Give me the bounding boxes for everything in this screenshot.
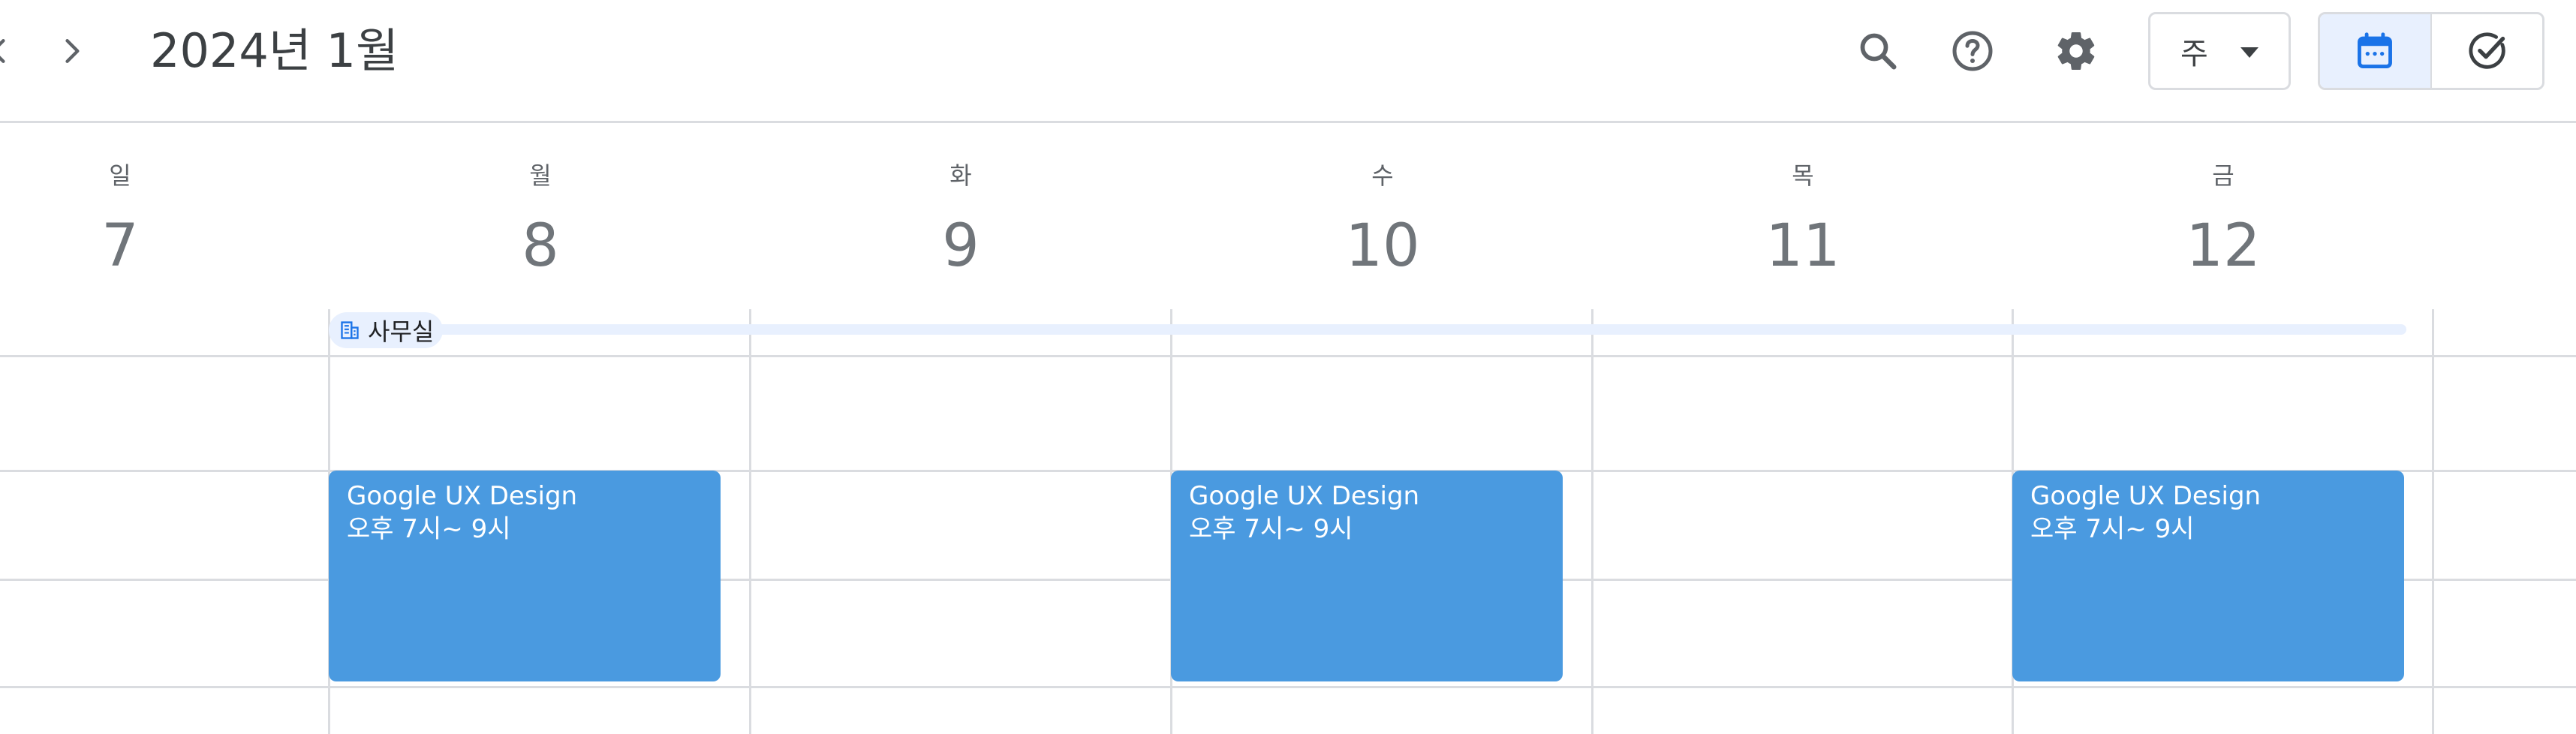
next-week-button[interactable] xyxy=(42,21,102,81)
day-header-tue[interactable]: 화 9 xyxy=(886,158,1036,282)
day-number: 12 xyxy=(2186,212,2261,280)
day-number: 10 xyxy=(1345,212,1420,280)
working-location-label: 사무실 xyxy=(368,317,435,346)
day-header-thu[interactable]: 목 11 xyxy=(1728,158,1878,282)
event-card[interactable]: Google UX Design 오후 7시~ 9시 xyxy=(329,471,721,681)
day-number: 7 xyxy=(101,212,139,280)
calendar-icon xyxy=(2358,32,2393,68)
event-title: Google UX Design xyxy=(347,481,578,511)
calendar-view-button[interactable] xyxy=(2320,14,2430,88)
chevron-right-icon xyxy=(65,39,80,63)
working-location-bar[interactable] xyxy=(329,324,2406,335)
day-number: 8 xyxy=(522,212,559,280)
day-of-week: 월 xyxy=(529,161,552,190)
day-number: 9 xyxy=(942,212,980,280)
day-header-mon[interactable]: 월 8 xyxy=(465,158,615,282)
calendar-tasks-toggle xyxy=(2318,12,2544,90)
day-header-sun[interactable]: 일 7 xyxy=(45,158,195,282)
previous-week-button[interactable] xyxy=(0,21,29,81)
dropdown-arrow-icon xyxy=(2240,47,2259,58)
event-time: 오후 7시~ 9시 xyxy=(2030,514,2195,544)
day-number: 11 xyxy=(1765,212,1840,280)
view-selector-label: 주 xyxy=(2180,37,2208,71)
chevron-left-icon xyxy=(0,39,5,63)
event-title: Google UX Design xyxy=(2030,481,2262,511)
search-button[interactable] xyxy=(1848,21,1908,81)
day-header-fri[interactable]: 금 12 xyxy=(2148,158,2298,282)
gear-icon xyxy=(2057,32,2095,71)
grid-column-line xyxy=(1591,309,1593,734)
event-time: 오후 7시~ 9시 xyxy=(1189,514,1353,544)
day-of-week: 수 xyxy=(1371,161,1394,190)
day-of-week: 목 xyxy=(1792,161,1814,190)
day-of-week: 화 xyxy=(949,161,972,190)
month-title: 2024년 1월 xyxy=(150,23,399,78)
help-icon xyxy=(1952,31,1993,71)
day-of-week: 금 xyxy=(2212,161,2234,190)
search-icon xyxy=(1860,33,1897,70)
hour-line xyxy=(0,686,2576,688)
grid-column-line xyxy=(2432,309,2434,734)
top-bar: 2024년 1월 주 xyxy=(0,0,2576,123)
event-card[interactable]: Google UX Design 오후 7시~ 9시 xyxy=(2012,471,2404,681)
grid-column-line xyxy=(749,309,751,734)
settings-button[interactable] xyxy=(2046,21,2106,81)
event-title: Google UX Design xyxy=(1189,481,1420,511)
day-header-wed[interactable]: 수 10 xyxy=(1308,158,1458,282)
day-of-week: 일 xyxy=(109,161,131,190)
event-card[interactable]: Google UX Design 오후 7시~ 9시 xyxy=(1171,471,1563,681)
all-day-separator xyxy=(0,355,2576,357)
check-circle-icon xyxy=(2469,32,2505,69)
tasks-view-button[interactable] xyxy=(2432,14,2542,88)
event-time: 오후 7시~ 9시 xyxy=(347,514,511,544)
help-button[interactable] xyxy=(1943,21,2003,81)
view-selector[interactable]: 주 xyxy=(2148,12,2291,90)
working-location-chip[interactable]: 사무실 xyxy=(329,312,444,348)
building-icon xyxy=(341,321,359,339)
